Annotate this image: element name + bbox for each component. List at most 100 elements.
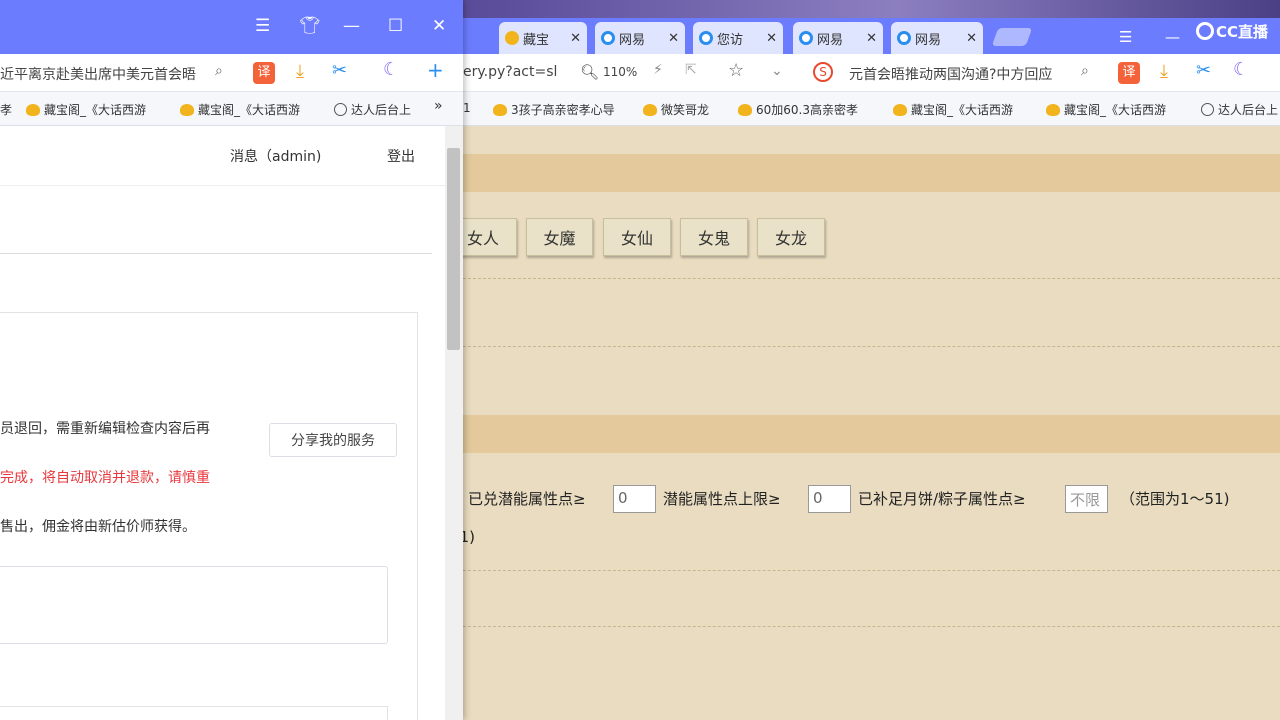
bookmark-label: 藏宝阁_《大话西游: [1064, 103, 1167, 117]
new-tab-button[interactable]: [991, 28, 1033, 46]
race-button-nvgui[interactable]: 女鬼: [680, 218, 748, 256]
bookmark-label: 达人后台上: [1218, 103, 1279, 117]
star-icon[interactable]: ☆: [728, 60, 744, 81]
header-divider: [0, 185, 445, 186]
bookmark-item[interactable]: 藏宝阁_《大话西游: [26, 101, 146, 118]
moon-icon[interactable]: ☾: [383, 59, 399, 80]
race-button-nvlong[interactable]: 女龙: [757, 218, 825, 256]
search-text[interactable]: 近平离京赴美出席中美元首会晤: [0, 64, 196, 84]
bookmark-item[interactable]: 达人后台上: [1201, 101, 1278, 118]
moon-icon[interactable]: ☾: [1233, 59, 1249, 80]
bookmark-item[interactable]: 1: [463, 101, 471, 115]
bookmark-item[interactable]: 达人后台上: [334, 101, 411, 118]
right-address-bar[interactable]: ery.py?act=sl 🔍︎ 110% ⚡ ⇱ ☆ ⌄ S 元首会晤推动两国…: [463, 54, 1280, 92]
potential-limit-label: 潜能属性点上限≥: [663, 490, 781, 508]
race-label: 女人: [466, 229, 499, 248]
edge-icon: [799, 31, 813, 45]
race-label: 女鬼: [697, 229, 730, 248]
divider: [463, 346, 1280, 347]
tab-netease-3[interactable]: 网易 ✕: [891, 22, 983, 54]
section-header-band: [463, 415, 1280, 453]
maximize-icon[interactable]: ☐: [388, 16, 403, 36]
left-search-bar[interactable]: 近平离京赴美出席中美元首会晤 ⌕ 译 ⤓ ✂ ☾ +: [0, 54, 463, 92]
bookmark-item[interactable]: 藏宝阁_《大话西游: [180, 101, 300, 118]
logout-link[interactable]: 登出: [387, 146, 415, 166]
cc-logo-icon: [1196, 22, 1214, 40]
search-icon[interactable]: ⌕: [1081, 63, 1089, 79]
close-icon[interactable]: ✕: [668, 31, 679, 46]
close-icon[interactable]: ✕: [432, 16, 446, 36]
divider: [463, 570, 1280, 571]
messages-link[interactable]: 消息（admin): [230, 146, 321, 166]
globe-icon: [334, 103, 347, 116]
bookmark-label: 藏宝阁_《大话西游: [198, 103, 301, 117]
tab-visit[interactable]: 您访 ✕: [693, 22, 783, 54]
chevron-down-icon[interactable]: ⌄: [771, 63, 783, 79]
skin-icon[interactable]: 👕︎: [299, 16, 321, 36]
scissors-icon[interactable]: ✂: [332, 60, 347, 81]
divider: [463, 278, 1280, 279]
potential-label: 已兑潜能属性点≥: [468, 490, 586, 508]
potential-points-input[interactable]: 0: [613, 485, 656, 513]
bookmark-item[interactable]: 藏宝阁_《大话西游: [1046, 101, 1166, 118]
translate-icon[interactable]: 译: [253, 62, 275, 84]
right-bookmarks-bar: 1 3孩子高亲密孝心导 微笑哥龙 60加60.3高亲密孝 藏宝阁_《大话西游 藏…: [463, 92, 1280, 126]
scissors-icon[interactable]: ✂: [1196, 60, 1211, 81]
tab-cbg[interactable]: 藏宝 ✕: [499, 22, 587, 54]
menu-icon[interactable]: ☰: [255, 16, 270, 36]
logo-text: CC直播: [1216, 22, 1269, 41]
bookmark-label: 1: [463, 101, 471, 115]
notice-line-1: 员退回，需重新编辑检查内容后再: [0, 421, 210, 437]
minimize-icon[interactable]: —: [343, 16, 360, 36]
cbg-icon: [505, 31, 519, 45]
bookmark-label: 孝: [0, 103, 13, 117]
potential-limit-input[interactable]: 0: [808, 485, 851, 513]
close-icon[interactable]: ✕: [866, 31, 877, 46]
mooncake-label: 已补足月饼/粽子属性点≥: [858, 490, 1026, 508]
tab-label: 您访: [717, 32, 744, 48]
menu-icon[interactable]: ☰: [1119, 28, 1132, 46]
share-icon[interactable]: ⇱: [685, 62, 697, 78]
bookmark-item[interactable]: 3孩子高亲密孝心导: [493, 101, 615, 118]
close-icon[interactable]: ✕: [766, 31, 777, 46]
bookmark-item[interactable]: 藏宝阁_《大话西游: [893, 101, 1013, 118]
close-icon[interactable]: ✕: [966, 31, 977, 46]
edge-icon: [601, 31, 615, 45]
bookmark-label: 藏宝阁_《大话西游: [44, 103, 147, 117]
mooncake-points-input[interactable]: 不限: [1065, 485, 1108, 513]
plus-icon[interactable]: +: [427, 58, 444, 82]
bookmark-label: 藏宝阁_《大话西游: [911, 103, 1014, 117]
zoom-icon[interactable]: 🔍︎: [580, 63, 599, 81]
comment-textarea[interactable]: [0, 566, 388, 644]
lightning-icon[interactable]: ⚡: [653, 62, 663, 78]
translate-icon[interactable]: 译: [1118, 62, 1140, 84]
tab-netease-1[interactable]: 网易 ✕: [595, 22, 685, 54]
minimize-icon[interactable]: —: [1165, 28, 1180, 46]
race-button-nvxian[interactable]: 女仙: [603, 218, 671, 256]
close-icon[interactable]: ✕: [570, 31, 581, 46]
tab-netease-2[interactable]: 网易 ✕: [793, 22, 883, 54]
share-my-service-button[interactable]: 分享我的服务: [269, 423, 397, 457]
bookmark-item[interactable]: 60加60.3高亲密孝: [738, 101, 858, 118]
notice-line-3: 售出，佣金将由新估价师获得。: [0, 519, 196, 535]
download-icon[interactable]: ⤓: [1160, 61, 1168, 82]
scrollbar-thumb[interactable]: [447, 148, 460, 350]
search-text[interactable]: 元首会晤推动两国沟通?中方回应: [849, 64, 1052, 84]
bookmark-item[interactable]: 微笑哥龙: [643, 101, 709, 118]
tab-label: 网易: [915, 32, 942, 48]
bookmark-label: 达人后台上: [351, 103, 412, 117]
zoom-level[interactable]: 110%: [603, 65, 637, 79]
right-browser-tabbar: 藏宝 ✕ 网易 ✕ 您访 ✕ 网易 ✕ 网易 ✕ ☰ — CC直播: [463, 18, 1280, 54]
more-bookmarks-icon[interactable]: »: [434, 98, 443, 114]
left-bookmarks-bar: 孝 藏宝阁_《大话西游 藏宝阁_《大话西游 达人后台上 »: [0, 92, 463, 126]
cbg-icon: [180, 103, 194, 116]
bookmark-item[interactable]: 孝: [0, 101, 12, 118]
tab-label: 网易: [619, 32, 646, 48]
range-hint: （范围为1～51): [1120, 490, 1230, 508]
cbg-icon: [893, 103, 907, 116]
search-icon[interactable]: ⌕: [215, 63, 223, 79]
download-icon[interactable]: ⤓: [296, 61, 304, 82]
divider: [463, 626, 1280, 627]
race-button-nvmo[interactable]: 女魔: [526, 218, 593, 256]
url-text[interactable]: ery.py?act=sl: [463, 64, 557, 80]
